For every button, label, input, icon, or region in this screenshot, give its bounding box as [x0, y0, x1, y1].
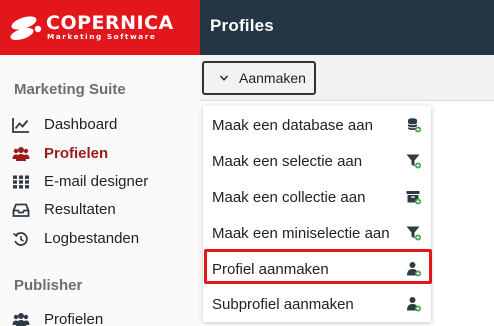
toolbar: Aanmaken — [200, 55, 494, 101]
sidebar-section-title-marketing-suite: Marketing Suite — [14, 81, 126, 98]
menu-item-label: Maak een selectie aan — [212, 153, 363, 170]
collection-add-icon — [406, 191, 421, 205]
logo-name: COPERNICA — [46, 12, 174, 34]
menu-item-create-selection[interactable]: Maak een selectie aan — [203, 143, 431, 179]
logo-bar[interactable]: COPERNICA Marketing Software — [0, 0, 200, 55]
menu-item-label: Maak een database aan — [212, 117, 373, 134]
menu-item-label: Maak een collectie aan — [212, 189, 366, 206]
sidebar-item-resultaten[interactable]: Resultaten — [0, 197, 200, 223]
sidebar-item-dashboard[interactable]: Dashboard — [0, 112, 200, 138]
history-icon — [12, 232, 28, 246]
users-icon — [12, 147, 30, 161]
filter-add-icon — [406, 226, 421, 241]
grid-icon — [13, 175, 29, 189]
sidebar-item-label: Logbestanden — [44, 230, 140, 247]
highlight-box — [204, 249, 432, 284]
sidebar-section-title-publisher: Publisher — [14, 277, 83, 294]
sidebar-item-email-designer[interactable]: E-mail designer — [0, 169, 200, 195]
create-button[interactable]: Aanmaken — [202, 61, 316, 95]
filter-add-icon — [406, 154, 421, 169]
menu-item-create-subprofile[interactable]: Subprofiel aanmaken — [203, 286, 431, 322]
sidebar-item-profielen[interactable]: Profielen — [0, 141, 200, 167]
sidebar: Marketing Suite Dashboard Profielen E-ma… — [0, 55, 200, 326]
chart-line-icon — [12, 118, 29, 133]
sidebar-item-label: Resultaten — [44, 201, 116, 218]
sidebar-item-label: Profielen — [44, 145, 109, 162]
copernica-logo-icon — [10, 16, 42, 41]
create-button-label: Aanmaken — [239, 70, 306, 86]
top-bar: Profiles — [200, 0, 494, 55]
logo-tagline: Marketing Software — [47, 32, 157, 41]
users-icon — [12, 313, 30, 326]
menu-item-label: Subprofiel aanmaken — [212, 296, 354, 313]
menu-item-create-database[interactable]: Maak een database aan — [203, 107, 431, 143]
menu-item-label: Maak een miniselectie aan — [212, 225, 390, 242]
menu-item-create-collection[interactable]: Maak een collectie aan — [203, 179, 431, 215]
chevron-down-icon — [219, 75, 229, 81]
sidebar-item-publisher-profielen[interactable]: Profielen — [0, 307, 200, 326]
menu-item-create-miniselection[interactable]: Maak een miniselectie aan — [203, 215, 431, 251]
user-add-icon — [407, 297, 421, 312]
page-title: Profiles — [210, 16, 274, 35]
create-dropdown-menu: Maak een database aan Maak een selectie … — [203, 106, 431, 322]
database-add-icon — [407, 118, 421, 133]
sidebar-item-logbestanden[interactable]: Logbestanden — [0, 226, 200, 252]
sidebar-item-label: Dashboard — [44, 116, 118, 133]
sidebar-item-label: Profielen — [44, 311, 104, 326]
inbox-icon — [12, 203, 30, 217]
sidebar-item-label: E-mail designer — [44, 173, 149, 190]
